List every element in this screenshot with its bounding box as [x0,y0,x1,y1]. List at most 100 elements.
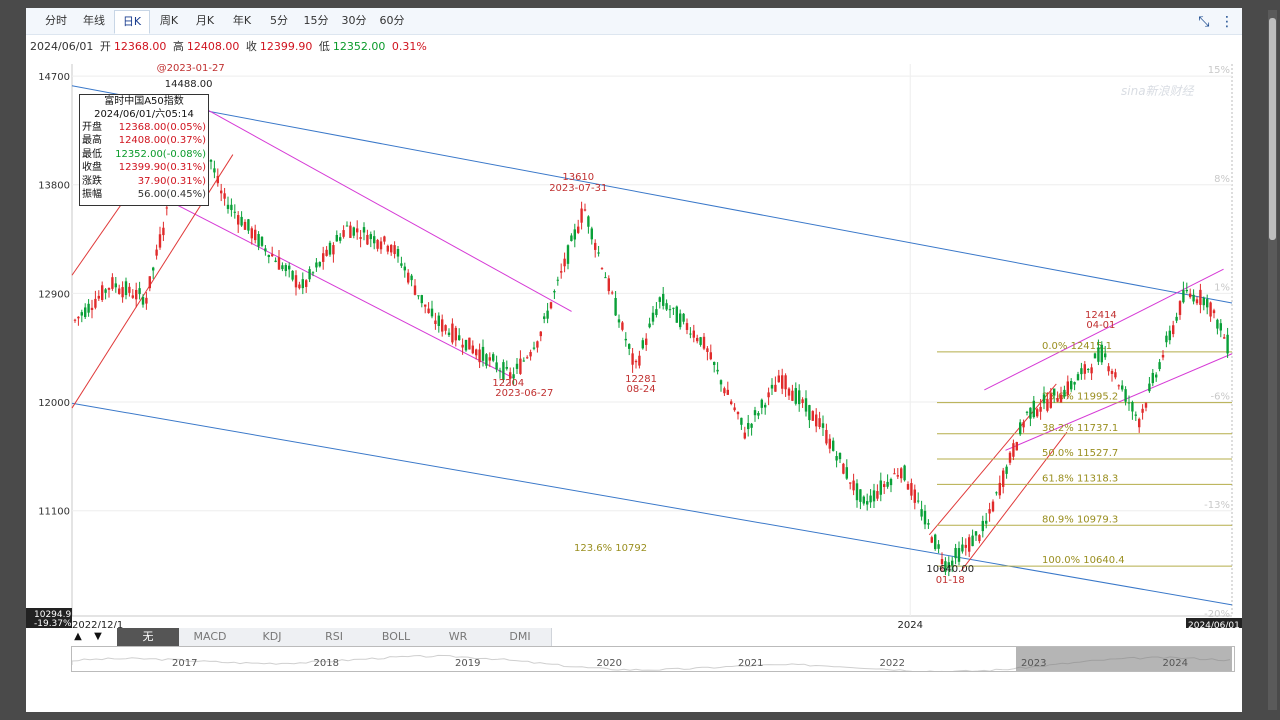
candle-body [543,316,546,319]
candle-body [791,390,794,401]
candle-body [1070,380,1073,390]
candle-body [1127,402,1131,404]
candle-body [913,489,916,503]
fib-level-label: 61.8% 11318.3 [1042,473,1118,484]
indicator-tab-kdj[interactable]: KDJ [241,628,304,646]
candle-body [260,236,264,246]
y-tick-label: 14700 [38,72,70,83]
candle-body [849,482,852,484]
candle-body [787,388,791,396]
candle-body [339,237,342,241]
candle-body [862,496,865,504]
candle-body [284,265,287,272]
candle-body [366,234,369,245]
fib-level-label: 100.0% 10640.4 [1042,555,1125,566]
candle-body [73,319,77,321]
candle-body [648,323,651,328]
candle-body [152,267,155,271]
chart-window: 分时 年线 日K 周K 月K 年K 5分 15分 30分 60分 ⤡ ⋮ 202… [26,8,1242,712]
candle-body [617,319,621,323]
indicator-tab-wr[interactable]: WR [427,628,490,646]
page-scrollbar[interactable] [1268,10,1277,710]
candle-body [114,283,117,288]
range-selection-handle[interactable] [1016,647,1232,671]
candle-body [1097,347,1100,362]
candle-body [1046,399,1049,411]
candle-body [216,175,219,184]
candle-body [315,262,318,268]
candle-body [866,501,869,505]
candle-body [706,348,709,352]
range-navigator[interactable]: 2017 2018 2019 2020 2021 2022 2023 2024 [71,646,1235,672]
candle-body [1195,299,1199,304]
candle-body [957,548,961,562]
candle-body [87,303,90,313]
candle-body [1080,368,1083,375]
candle-body [461,344,464,348]
tooltip-row-value: 37.90(0.31%) [137,175,206,187]
candle-body [383,236,386,242]
candle-body [1008,452,1012,463]
candle-body [594,242,597,250]
candle-body [128,286,131,293]
tooltip-row-value: 12352.00(-0.08%) [115,148,206,160]
candle-body [1206,299,1209,308]
candle-body [770,384,774,389]
arrow-down-icon[interactable]: ▼ [91,628,105,646]
scrollbar-thumb[interactable] [1269,18,1276,240]
candle-body [549,302,553,309]
candle-body [583,209,587,211]
nav-year-label: 2021 [738,658,764,669]
price-annotation: 14488.00 [165,79,213,90]
candle-body [135,289,138,300]
candle-body [118,288,121,294]
candle-body [213,168,216,173]
fib-level-label: 80.9% 10979.3 [1042,514,1118,525]
candle-body [634,360,638,363]
candle-body [328,242,332,255]
indicator-tab-macd[interactable]: MACD [179,628,242,646]
candle-body [611,292,614,294]
candle-body [1012,443,1015,457]
candle-body [1049,393,1052,408]
candle-body [485,354,488,366]
candle-body [842,463,845,474]
tooltip-datetime: 2024/06/01/六05:14 [94,109,194,120]
candle-body [1175,316,1178,321]
candle-body [94,298,97,308]
candle-body [985,520,988,524]
candle-body [1019,422,1022,435]
tooltip-row-label: 最低 [82,148,102,160]
candle-body [964,544,967,548]
candle-body [223,193,226,199]
candle-body [1158,362,1161,370]
candle-body [709,352,712,360]
indicator-tab-dmi[interactable]: DMI [489,628,552,646]
candle-body [121,287,124,298]
candle-body [488,357,491,361]
channel-upper-line [71,85,1233,304]
candle-body [716,369,719,372]
candle-body [1114,372,1117,378]
nav-year-label: 2019 [455,658,481,669]
candle-body [1141,408,1144,413]
indicator-tab-boll[interactable]: BOLL [365,628,428,646]
candle-body [424,304,427,307]
candle-body [937,544,940,549]
indicator-tab-none[interactable]: 无 [117,628,180,646]
candle-body [226,204,230,209]
candle-body [1185,289,1188,292]
candle-body [1168,330,1171,341]
candle-body [781,375,784,389]
candle-body [434,320,437,325]
candle-body [658,297,661,302]
indicator-tab-rsi[interactable]: RSI [303,628,366,646]
candle-body [682,313,685,322]
arrow-up-icon[interactable]: ▲ [71,628,85,646]
tooltip-row-value: 12408.00(0.37%) [118,135,206,147]
candle-body [832,440,835,451]
candle-body [345,225,349,227]
candle-body [954,547,957,559]
candle-body [726,389,729,395]
candle-body [220,190,223,194]
